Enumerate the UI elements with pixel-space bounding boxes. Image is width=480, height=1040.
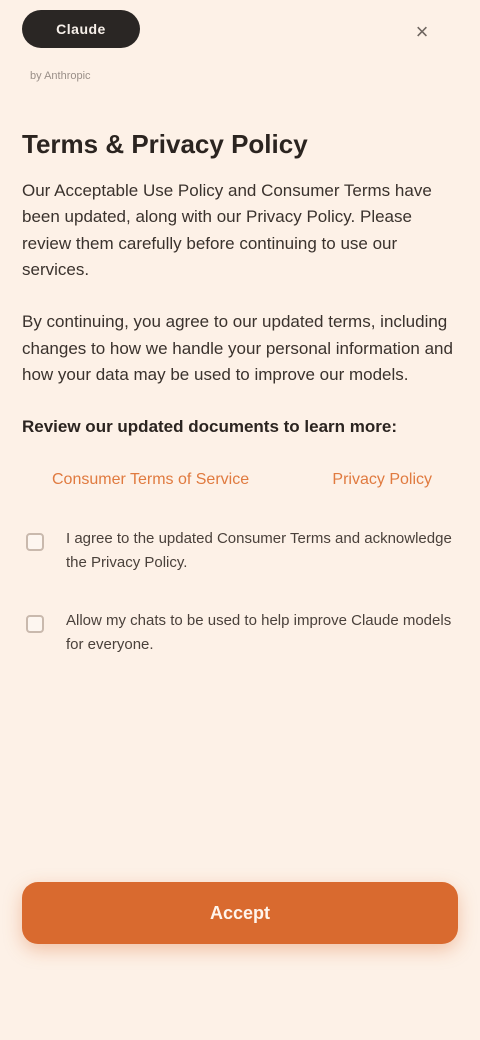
- close-button[interactable]: ×: [408, 18, 436, 46]
- app-logo: Claude: [22, 10, 140, 48]
- agree-terms-label: I agree to the updated Consumer Terms an…: [66, 529, 452, 571]
- improve-models-row[interactable]: Allow my chats to be used to help improv…: [22, 609, 458, 657]
- agreement-paragraph: By continuing, you agree to our updated …: [22, 312, 453, 384]
- accept-button[interactable]: Accept: [22, 882, 458, 944]
- review-prompt: Review our updated documents to learn mo…: [22, 417, 398, 437]
- improve-models-checkbox[interactable]: [26, 614, 44, 633]
- terms-link[interactable]: Consumer Terms of Service: [52, 471, 249, 489]
- logo-text: Claude: [56, 21, 106, 37]
- close-icon: ×: [415, 19, 429, 44]
- terms-screen: Claude by Anthropic × Terms & Privacy Po…: [0, 0, 480, 1040]
- intro-paragraph: Our Acceptable Use Policy and Consumer T…: [22, 180, 432, 279]
- improve-models-label: Allow my chats to be used to help improv…: [66, 611, 452, 653]
- document-links: Consumer Terms of Service Privacy Policy: [22, 471, 458, 489]
- privacy-link[interactable]: Privacy Policy: [332, 471, 432, 489]
- agree-terms-checkbox[interactable]: [26, 532, 44, 551]
- page-title: Terms & Privacy Policy: [22, 129, 308, 159]
- logo-submark: by Anthropic: [30, 70, 91, 82]
- terms-content: Terms & Privacy Policy Our Acceptable Us…: [22, 129, 458, 691]
- agree-terms-row[interactable]: I agree to the updated Consumer Terms an…: [22, 527, 458, 575]
